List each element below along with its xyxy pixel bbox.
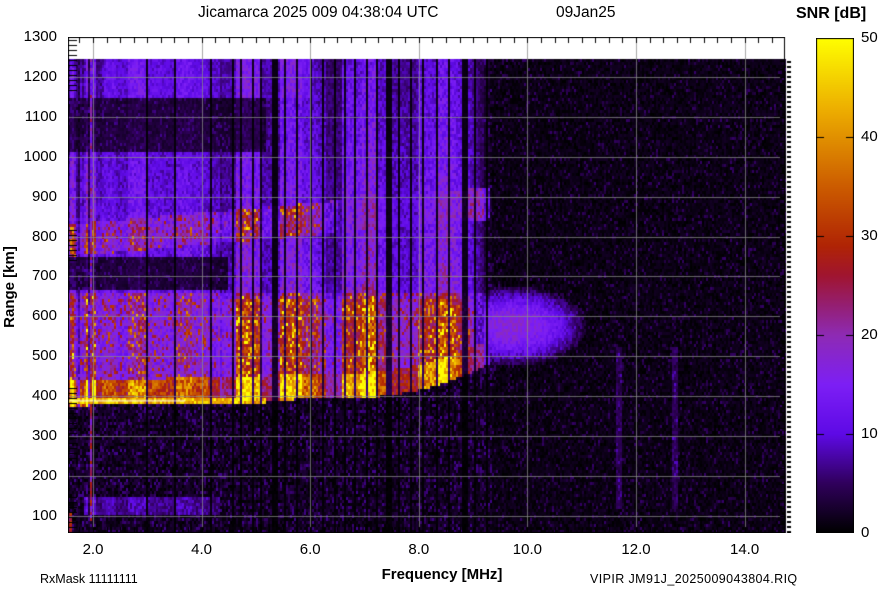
heatmap-canvas [68, 37, 793, 533]
x-tick-label: 14.0 [729, 541, 760, 558]
x-tick-label: 4.0 [191, 541, 213, 558]
x-tick-label: 6.0 [299, 541, 321, 558]
y-tick-label: 100 [31, 506, 57, 524]
colorbar-tick-label: 50 [861, 29, 878, 46]
plot-title: Jicamarca 2025 009 04:38:04 UTC [198, 4, 439, 21]
x-axis-title: Frequency [MHz] [381, 566, 503, 583]
plot-date: 09Jan25 [556, 4, 616, 21]
colorbar-canvas [816, 38, 854, 533]
file-text: VIPIR JM91J_2025009043804.RIQ [590, 572, 798, 586]
x-tick-label: 12.0 [621, 541, 651, 558]
x-tick-label: 2.0 [82, 541, 104, 558]
colorbar-tick-label: 10 [861, 425, 878, 442]
colorbar-tick-label: 0 [861, 524, 870, 541]
colorbar-tick-label: 40 [861, 128, 878, 145]
y-tick-label: 1000 [23, 147, 57, 165]
rxmask-text: RxMask 11111111 [40, 572, 138, 586]
x-tick-label: 10.0 [512, 541, 542, 558]
y-tick-label: 1300 [23, 28, 57, 46]
y-tick-label: 400 [31, 387, 57, 405]
colorbar-tick-label: 20 [861, 326, 878, 343]
y-axis-title: Range [km] [1, 246, 18, 328]
colorbar-title: SNR [dB] [796, 5, 867, 22]
y-tick-label: 300 [31, 427, 57, 445]
x-tick-label: 8.0 [408, 541, 430, 558]
y-tick-label: 900 [31, 187, 57, 205]
colorbar-tick-label: 30 [861, 227, 878, 244]
ionogram-figure: Jicamarca 2025 009 04:38:04 UTC 09Jan25 … [0, 0, 884, 595]
y-tick-label: 1200 [23, 67, 57, 85]
y-tick-label: 200 [31, 466, 57, 484]
y-tick-label: 1100 [24, 107, 57, 125]
